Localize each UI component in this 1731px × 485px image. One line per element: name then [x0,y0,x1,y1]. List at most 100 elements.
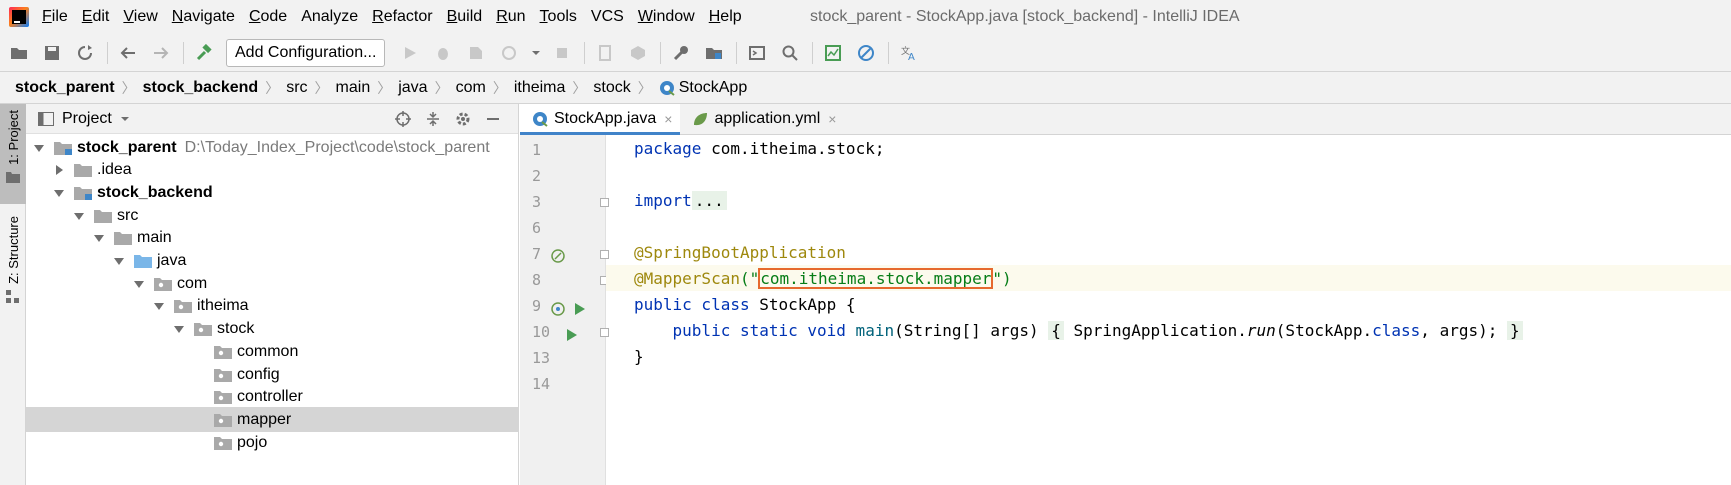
gear-icon[interactable] [452,108,474,130]
menu-run[interactable]: Run [496,8,525,26]
line-number: 14 [532,375,551,393]
expand-arrow-icon[interactable] [54,188,64,198]
menu-help[interactable]: Help [709,8,742,26]
collapse-arrow-icon[interactable] [54,165,64,176]
breadcrumb-item-stock[interactable]: stock [593,79,630,97]
tab-project-tool-window[interactable]: 1: Project [0,104,26,204]
tree-node[interactable]: com [26,271,519,296]
close-icon[interactable]: × [828,111,836,127]
search-icon[interactable] [779,42,801,64]
mapper-package-string[interactable]: com.itheima.stock.mapper [758,267,994,289]
back-arrow-icon[interactable] [117,42,139,64]
breadcrumb-item-com[interactable]: com [456,79,486,97]
profile-icon[interactable] [498,42,520,64]
project-panel: Project stock_parent D:\Today_Index_Proje… [26,104,519,485]
breadcrumb-item-src[interactable]: src [286,79,307,97]
add-configuration-button[interactable]: Add Configuration... [226,38,386,67]
project-view-title[interactable]: Project [62,110,112,128]
monitor-chart-icon[interactable] [822,42,844,64]
run-icon[interactable] [399,42,421,64]
wrench-icon[interactable] [670,42,692,64]
menu-tools[interactable]: Tools [540,8,577,26]
coverage-icon[interactable] [465,42,487,64]
tree-node-path: D:\Today_Index_Project\code\stock_parent [184,138,490,156]
breadcrumb-item-stockapp[interactable]: StockApp [659,79,747,97]
menu-view[interactable]: View [123,8,157,26]
tab-application-yml[interactable]: application.yml × [680,104,844,134]
breadcrumb-separator: 〉 [492,79,507,96]
attach-debugger-icon[interactable] [594,42,616,64]
spring-bean-gutter-icon[interactable] [550,301,566,317]
menu-build[interactable]: Build [447,8,483,26]
tree-node[interactable]: stock [26,317,519,342]
project-structure-icon[interactable] [703,42,725,64]
menu-analyze[interactable]: Analyze [301,8,358,26]
breadcrumb-item-main[interactable]: main [336,79,371,97]
stop-icon[interactable] [551,42,573,64]
expand-arrow-icon[interactable] [74,211,84,221]
breadcrumb-item-stock-parent[interactable]: stock_parent [15,79,115,97]
tree-node[interactable]: .idea [26,158,519,183]
tree-node-label: controller [237,388,303,406]
locate-target-icon[interactable] [392,108,414,130]
minimize-icon[interactable] [482,108,504,130]
breadcrumb-item-java[interactable]: java [398,79,427,97]
tree-node[interactable]: stock_parent D:\Today_Index_Project\code\… [26,135,519,160]
debug-icon[interactable] [432,42,454,64]
expand-arrow-icon[interactable] [174,324,184,334]
tree-node[interactable]: controller [26,385,519,410]
menu-refactor[interactable]: Refactor [372,8,432,26]
breadcrumb-item-stock-backend[interactable]: stock_backend [143,79,259,97]
chevron-down-icon[interactable] [531,42,541,64]
sync-icon[interactable] [74,42,96,64]
terminal-icon[interactable] [746,42,768,64]
run-gutter-icon[interactable] [563,327,579,343]
menu-navigate[interactable]: Navigate [172,8,235,26]
breadcrumb-item-itheima[interactable]: itheima [514,79,566,97]
menu-window[interactable]: Window [638,8,695,26]
menu-vcs[interactable]: VCS [591,8,624,26]
build-hammer-icon[interactable] [193,42,215,64]
save-icon[interactable] [41,42,63,64]
tree-node[interactable]: pojo [26,430,519,455]
translate-icon[interactable]: 文A [898,42,920,64]
build-project-icon[interactable] [627,42,649,64]
expand-arrow-icon[interactable] [34,143,44,153]
tree-node[interactable]: itheima [26,294,519,319]
code-line-current: @MapperScan (" com.itheima.stock.mapper ") [606,265,1731,291]
run-gutter-icon[interactable] [571,301,587,317]
tab-stockapp-java[interactable]: StockApp.java × [520,104,681,135]
expand-arrow-icon[interactable] [114,256,124,266]
spring-bean-gutter-icon[interactable] [550,248,566,264]
close-icon[interactable]: × [664,111,672,127]
structure-icon [6,289,19,303]
chevron-down-icon[interactable] [120,114,130,124]
tree-node[interactable]: java [26,249,519,274]
expand-arrow-icon[interactable] [134,279,144,289]
tree-node[interactable]: config [26,362,519,387]
menu-edit[interactable]: Edit [82,8,110,26]
tree-node[interactable]: main [26,226,519,251]
tree-node[interactable]: common [26,339,519,364]
folder-icon [74,164,92,178]
spring-leaf-icon [694,113,708,126]
tree-node[interactable]: src [26,203,519,228]
tree-node[interactable]: stock_backend [26,180,519,205]
expand-arrow-icon[interactable] [94,233,104,243]
code-area[interactable]: package com.itheima.stock; import ... @S… [606,135,1731,485]
collapse-all-icon[interactable] [422,108,444,130]
expand-arrow-icon[interactable] [154,301,164,311]
line-number: 6 [532,219,542,237]
disable-icon[interactable] [855,42,877,64]
open-folder-icon[interactable] [8,42,30,64]
tab-label: StockApp.java [554,110,657,127]
project-panel-header: Project [26,104,518,134]
window-title: stock_parent - StockApp.java [stock_back… [810,8,1240,25]
menu-code[interactable]: Code [249,8,287,26]
tree-node[interactable]: mapper [26,407,519,433]
menu-file[interactable]: File [42,8,68,26]
folded-imports[interactable]: ... [691,190,727,210]
code-line: public class StockApp { [634,294,856,314]
forward-arrow-icon[interactable] [150,42,172,64]
tab-structure-tool-window[interactable]: Z: Structure [0,216,26,314]
